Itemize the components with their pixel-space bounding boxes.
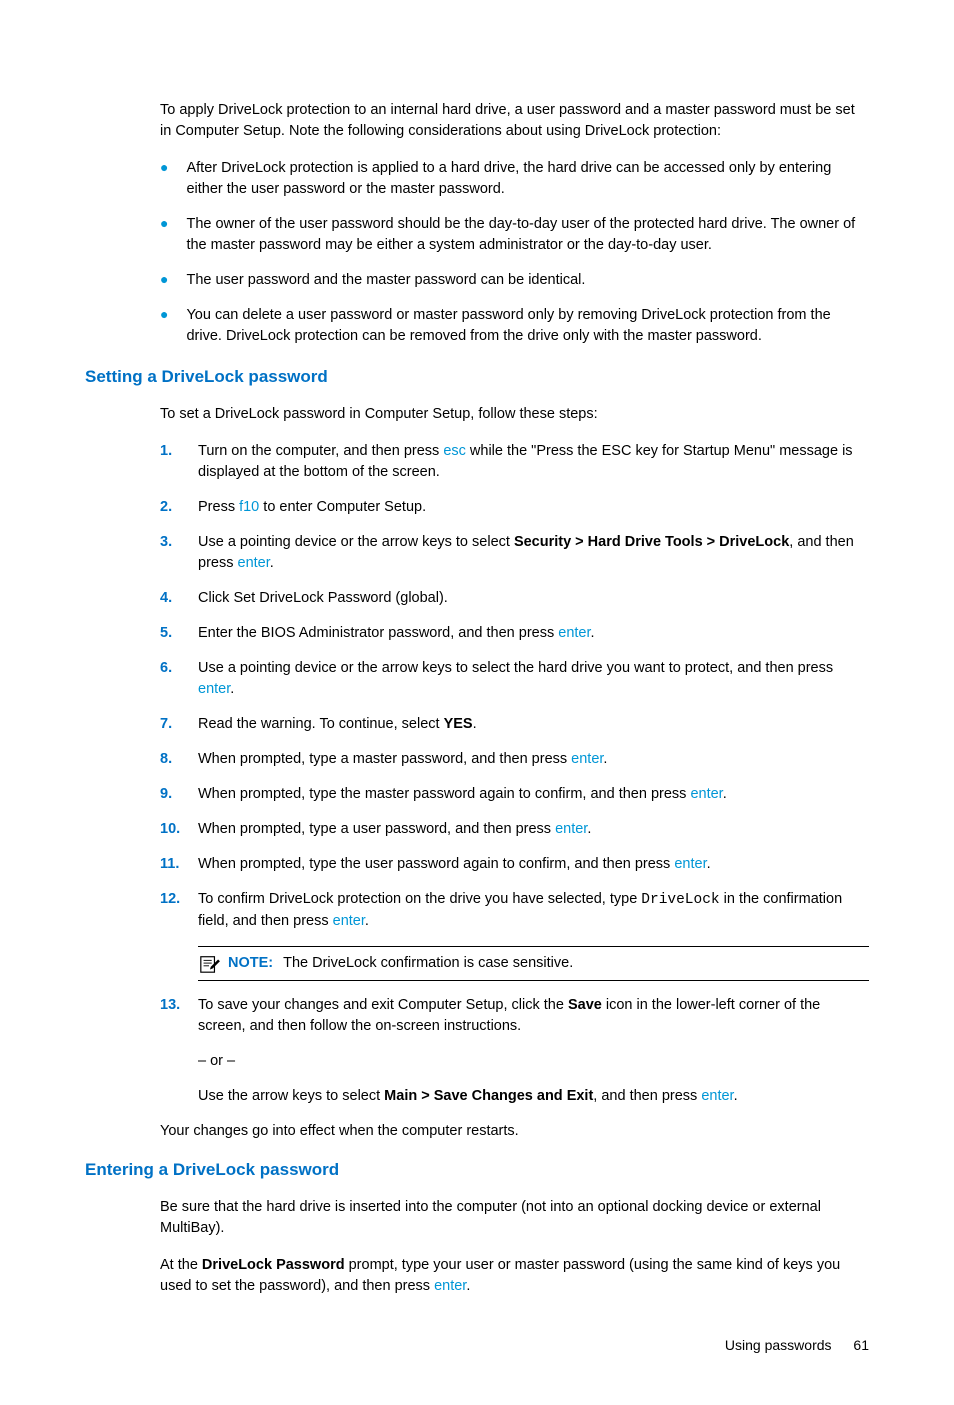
step-12: 12. To confirm DriveLock protection on t… — [160, 889, 869, 932]
key-enter: enter — [558, 625, 590, 641]
key-enter: enter — [571, 751, 603, 767]
step-13: 13. To save your changes and exit Comput… — [160, 995, 869, 1037]
key-enter: enter — [690, 786, 722, 802]
menu-path-exit: Main > Save Changes and Exit — [384, 1088, 593, 1104]
step-10: 10. When prompted, type a user password,… — [160, 819, 869, 840]
step-8: 8. When prompted, type a master password… — [160, 749, 869, 770]
key-f10: f10 — [239, 499, 259, 515]
note-label: NOTE: — [228, 953, 273, 974]
bullet-item: ● After DriveLock protection is applied … — [160, 158, 869, 200]
ordered-steps-continued: 13. To save your changes and exit Comput… — [160, 995, 869, 1037]
step-number: 6. — [160, 658, 198, 700]
key-enter: enter — [238, 555, 270, 571]
bullet-text: You can delete a user password or master… — [186, 305, 869, 347]
key-enter: enter — [333, 913, 365, 929]
page-number: 61 — [853, 1337, 869, 1353]
drivelock-literal: DriveLock — [641, 892, 719, 908]
bullet-item: ● The owner of the user password should … — [160, 214, 869, 256]
section1-outro: Your changes go into effect when the com… — [160, 1121, 869, 1142]
heading-entering-password: Entering a DriveLock password — [85, 1158, 869, 1183]
key-enter: enter — [701, 1088, 733, 1104]
bullet-item: ● The user password and the master passw… — [160, 270, 869, 291]
page-footer: Using passwords 61 — [85, 1335, 869, 1355]
step-number: 5. — [160, 623, 198, 644]
bullet-text: The owner of the user password should be… — [186, 214, 869, 256]
step-number: 11. — [160, 854, 198, 875]
step-text: To confirm DriveLock protection on the d… — [198, 889, 869, 932]
step-1: 1. Turn on the computer, and then press … — [160, 441, 869, 483]
key-enter: enter — [198, 681, 230, 697]
step-text: Read the warning. To continue, select YE… — [198, 714, 869, 735]
drivelock-password-label: DriveLock Password — [202, 1257, 345, 1273]
note-box: NOTE: The DriveLock confirmation is case… — [198, 946, 869, 981]
step-text: Use a pointing device or the arrow keys … — [198, 532, 869, 574]
step-text: Turn on the computer, and then press esc… — [198, 441, 869, 483]
step-number: 12. — [160, 889, 198, 932]
section2-p1: Be sure that the hard drive is inserted … — [160, 1197, 869, 1239]
key-esc: esc — [443, 443, 466, 459]
note-text: The DriveLock confirmation is case sensi… — [283, 953, 573, 974]
save-label: Save — [568, 997, 602, 1013]
step-text: To save your changes and exit Computer S… — [198, 995, 869, 1037]
section1-intro: To set a DriveLock password in Computer … — [160, 404, 869, 425]
step-text: Press f10 to enter Computer Setup. — [198, 497, 869, 518]
bullet-icon: ● — [160, 270, 168, 291]
bullet-icon: ● — [160, 305, 168, 347]
step-text: When prompted, type a master password, a… — [198, 749, 869, 770]
note-icon — [198, 954, 220, 974]
section2-p2: At the DriveLock Password prompt, type y… — [160, 1255, 869, 1297]
step-number: 13. — [160, 995, 198, 1037]
step-number: 4. — [160, 588, 198, 609]
footer-section-title: Using passwords — [725, 1337, 832, 1353]
bullet-item: ● You can delete a user password or mast… — [160, 305, 869, 347]
intro-paragraph: To apply DriveLock protection to an inte… — [160, 100, 869, 142]
bullet-text: After DriveLock protection is applied to… — [186, 158, 869, 200]
step-11: 11. When prompted, type the user passwor… — [160, 854, 869, 875]
step-number: 7. — [160, 714, 198, 735]
menu-path: Security > Hard Drive Tools > DriveLock — [514, 534, 789, 550]
ordered-steps: 1. Turn on the computer, and then press … — [160, 441, 869, 932]
key-enter: enter — [674, 856, 706, 872]
step-9: 9. When prompted, type the master passwo… — [160, 784, 869, 805]
key-enter: enter — [434, 1278, 466, 1294]
step-text: Enter the BIOS Administrator password, a… — [198, 623, 869, 644]
step-text: When prompted, type the master password … — [198, 784, 869, 805]
bullet-icon: ● — [160, 158, 168, 200]
step-3: 3. Use a pointing device or the arrow ke… — [160, 532, 869, 574]
bullet-list: ● After DriveLock protection is applied … — [160, 158, 869, 347]
step-number: 9. — [160, 784, 198, 805]
step-4: 4. Click Set DriveLock Password (global)… — [160, 588, 869, 609]
step-7: 7. Read the warning. To continue, select… — [160, 714, 869, 735]
yes-label: YES — [444, 716, 473, 732]
step-13-alt: Use the arrow keys to select Main > Save… — [198, 1086, 869, 1107]
bullet-icon: ● — [160, 214, 168, 256]
step-2: 2. Press f10 to enter Computer Setup. — [160, 497, 869, 518]
heading-setting-password: Setting a DriveLock password — [85, 365, 869, 390]
step-5: 5. Enter the BIOS Administrator password… — [160, 623, 869, 644]
step-number: 8. — [160, 749, 198, 770]
key-enter: enter — [555, 821, 587, 837]
step-6: 6. Use a pointing device or the arrow ke… — [160, 658, 869, 700]
step-number: 3. — [160, 532, 198, 574]
step-number: 2. — [160, 497, 198, 518]
step-text: When prompted, type the user password ag… — [198, 854, 869, 875]
step-number: 10. — [160, 819, 198, 840]
step-text: Use a pointing device or the arrow keys … — [198, 658, 869, 700]
step-number: 1. — [160, 441, 198, 483]
step-text: When prompted, type a user password, and… — [198, 819, 869, 840]
or-separator: – or – — [198, 1051, 869, 1072]
step-text: Click Set DriveLock Password (global). — [198, 588, 869, 609]
bullet-text: The user password and the master passwor… — [186, 270, 869, 291]
